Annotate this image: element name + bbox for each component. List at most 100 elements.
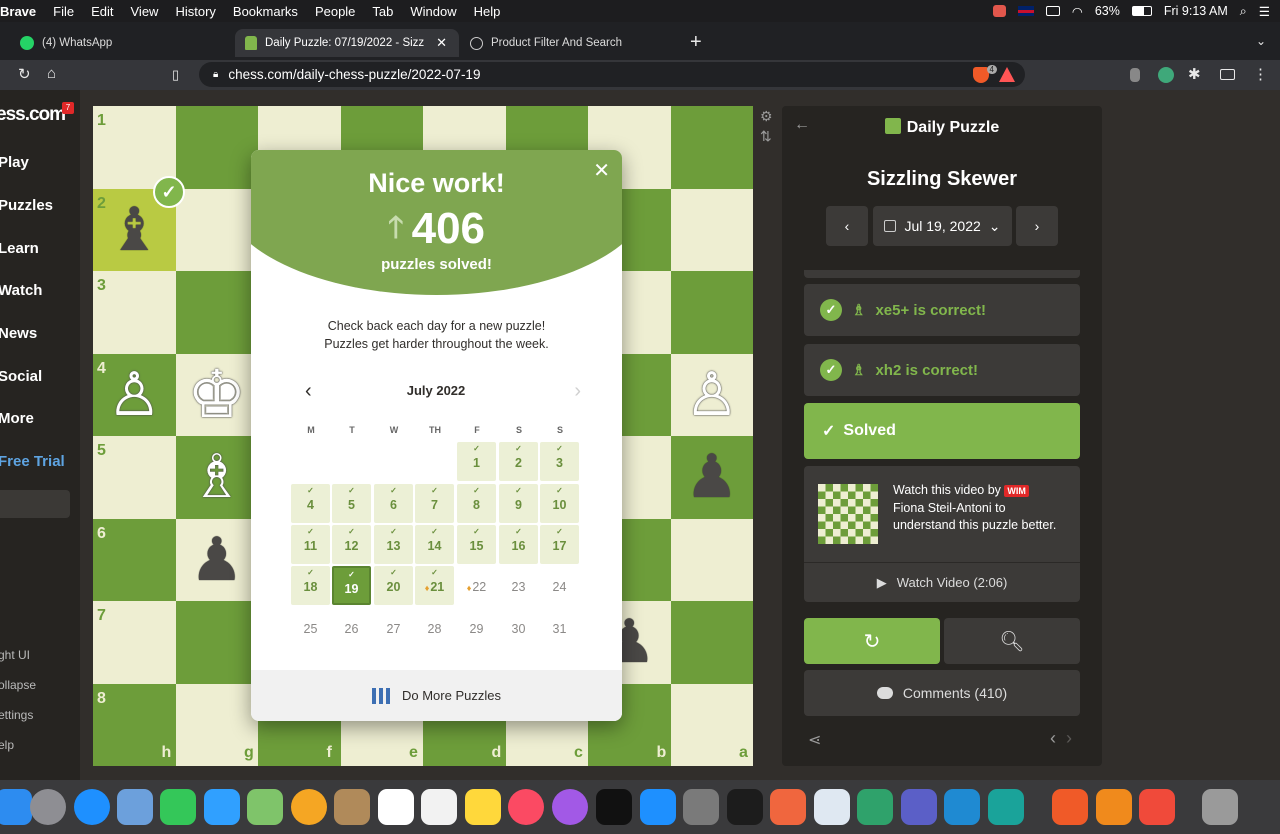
- board-square[interactable]: [175, 601, 258, 684]
- vscode-icon[interactable]: [944, 789, 980, 825]
- extensions-puzzle-icon[interactable]: ✱: [1188, 65, 1201, 83]
- board-square[interactable]: ♗: [175, 436, 259, 519]
- battery-icon[interactable]: [1131, 6, 1152, 16]
- board-square[interactable]: [670, 518, 753, 601]
- calendar-day[interactable]: ✓ 19: [332, 566, 371, 605]
- do-more-puzzles-button[interactable]: Do More Puzzles: [251, 670, 622, 721]
- calendar-day[interactable]: ✓ 17: [540, 525, 579, 564]
- wallet-icon[interactable]: [1220, 69, 1235, 80]
- settings-gear-icon[interactable]: ⚙: [760, 106, 773, 126]
- trash-icon[interactable]: [1202, 789, 1238, 825]
- calendar-day[interactable]: ✓ 1: [457, 442, 496, 481]
- tab-product-filter[interactable]: Product Filter And Search: [460, 29, 680, 57]
- calendar-day[interactable]: ✓ 20: [374, 566, 413, 605]
- white-piece[interactable]: ♗: [176, 436, 259, 519]
- board-square[interactable]: [175, 271, 258, 354]
- new-tab-button[interactable]: +: [690, 31, 702, 54]
- sidebar-search-input[interactable]: [0, 490, 70, 518]
- calendar-day[interactable]: 26: [332, 608, 371, 647]
- tab-whatsapp[interactable]: (4) WhatsApp: [10, 29, 230, 57]
- notes-icon[interactable]: [465, 789, 501, 825]
- extension-icon[interactable]: [1130, 68, 1140, 82]
- screen-recorder-icon[interactable]: [1139, 789, 1175, 825]
- video-thumbnail[interactable]: [818, 484, 878, 544]
- calendar-day[interactable]: ✓ ♦21: [415, 566, 454, 605]
- brave-rewards-icon[interactable]: [999, 67, 1015, 82]
- calendar-day[interactable]: 28: [415, 608, 454, 647]
- calendar-day[interactable]: 29: [457, 608, 496, 647]
- calendar-day[interactable]: 25: [291, 608, 330, 647]
- facetime-icon[interactable]: [160, 789, 196, 825]
- flag-icon[interactable]: [1017, 6, 1034, 16]
- menu-app[interactable]: Brave: [0, 4, 36, 19]
- sidebar-help[interactable]: elp: [0, 738, 14, 752]
- board-square[interactable]: [670, 188, 753, 271]
- spotlight-search-icon[interactable]: ⌕: [1240, 4, 1247, 19]
- brave-icon[interactable]: [1052, 789, 1088, 825]
- mysql-workbench-icon[interactable]: [857, 789, 893, 825]
- close-tab-icon[interactable]: ✕: [436, 35, 447, 51]
- calendar-day[interactable]: ✓ 4: [291, 484, 330, 523]
- calendar-day[interactable]: 30: [499, 608, 538, 647]
- board-square[interactable]: [175, 106, 258, 189]
- calendar-day[interactable]: ✓ 18: [291, 566, 330, 605]
- home-icon[interactable]: ⌂: [47, 65, 56, 82]
- sidebar-collapse[interactable]: ollapse: [0, 678, 36, 692]
- menu-window[interactable]: Window: [410, 4, 456, 19]
- browser-menu-icon[interactable]: ⋮: [1253, 65, 1268, 83]
- white-piece[interactable]: ♙: [671, 354, 754, 437]
- menu-history[interactable]: History: [175, 4, 215, 19]
- next-arrow-icon[interactable]: ›: [1066, 728, 1082, 748]
- board-square[interactable]: [670, 271, 753, 354]
- battery-percent[interactable]: 63%: [1095, 4, 1120, 18]
- podcasts-icon[interactable]: [552, 789, 588, 825]
- menu-people[interactable]: People: [315, 4, 355, 19]
- retry-button[interactable]: ↻: [804, 618, 940, 664]
- system-preferences-icon[interactable]: [683, 789, 719, 825]
- sidebar-item-play[interactable]: Play: [0, 154, 29, 171]
- sidebar-item-learn[interactable]: Learn: [0, 240, 39, 257]
- watch-video-button[interactable]: ▶ Watch Video (2:06): [804, 562, 1080, 602]
- sidebar-item-puzzles[interactable]: Puzzles: [0, 197, 53, 214]
- airplay-icon[interactable]: [1045, 6, 1060, 16]
- postgres-icon[interactable]: [814, 789, 850, 825]
- bookmark-icon[interactable]: ▯: [172, 67, 179, 83]
- tab-list-chevron-icon[interactable]: ⌄: [1256, 34, 1266, 48]
- board-square[interactable]: ♟: [670, 436, 753, 519]
- calendar-day[interactable]: ✓ 6: [374, 484, 413, 523]
- calendar-day[interactable]: 31: [540, 608, 579, 647]
- sidebar-settings[interactable]: ettings: [0, 708, 33, 722]
- share-icon[interactable]: ⋖: [808, 730, 821, 750]
- comments-button[interactable]: Comments (410): [804, 670, 1080, 716]
- calendar-day[interactable]: 27: [374, 608, 413, 647]
- calendar-day[interactable]: ✓ 3: [540, 442, 579, 481]
- tv-icon[interactable]: [596, 789, 632, 825]
- flip-board-icon[interactable]: ⇅: [760, 126, 773, 146]
- app-store-icon[interactable]: [640, 789, 676, 825]
- teams-icon[interactable]: [901, 789, 937, 825]
- reload-icon[interactable]: ↻: [18, 65, 31, 83]
- extension-green-icon[interactable]: [1158, 67, 1174, 83]
- calendar-day[interactable]: ✓ 2: [499, 442, 538, 481]
- board-square[interactable]: [670, 106, 753, 189]
- calendar-day[interactable]: ✓ 9: [499, 484, 538, 523]
- calendar-day[interactable]: 24: [540, 566, 579, 605]
- reminders-icon[interactable]: [421, 789, 457, 825]
- board-square[interactable]: [670, 601, 753, 684]
- calendar-icon[interactable]: [378, 789, 414, 825]
- preview-icon[interactable]: [117, 789, 153, 825]
- intellij-icon[interactable]: [727, 789, 763, 825]
- finder-icon[interactable]: [0, 789, 32, 825]
- calendar-day[interactable]: ✓ 14: [415, 525, 454, 564]
- sidebar-item-more[interactable]: More: [0, 410, 34, 427]
- app-status-icon[interactable]: [992, 5, 1006, 17]
- calendar-day[interactable]: ✓ 13: [374, 525, 413, 564]
- control-center-icon[interactable]: ☰: [1259, 4, 1270, 19]
- calendar-day[interactable]: ✓ 16: [499, 525, 538, 564]
- calendar-day[interactable]: 23: [499, 566, 538, 605]
- sidebar-item-watch[interactable]: Watch: [0, 282, 42, 299]
- contacts-icon[interactable]: [334, 789, 370, 825]
- menu-edit[interactable]: Edit: [91, 4, 113, 19]
- white-piece[interactable]: ♚: [176, 354, 259, 437]
- sidebar-item-social[interactable]: Social: [0, 368, 42, 385]
